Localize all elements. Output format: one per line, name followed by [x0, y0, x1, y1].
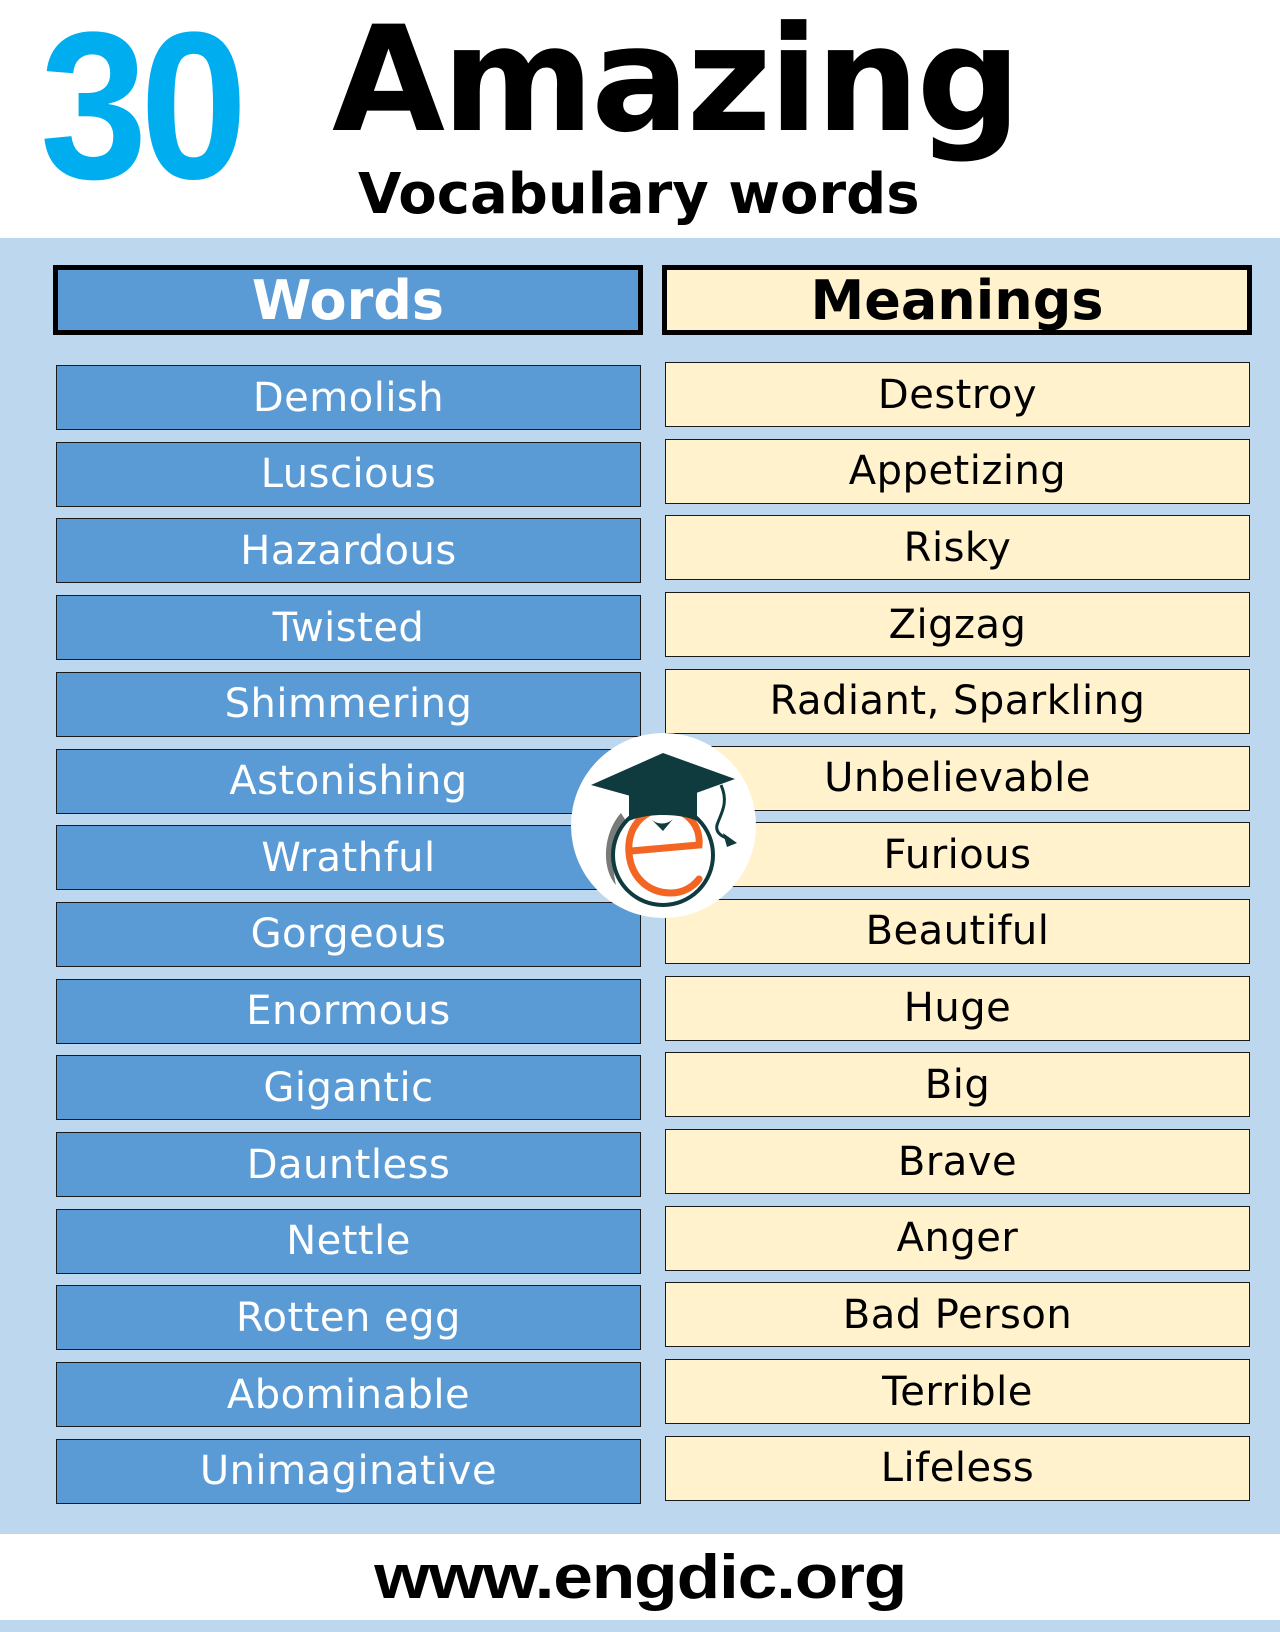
meaning-cell: Terrible	[665, 1359, 1250, 1425]
meaning-cell: Bad Person	[665, 1282, 1250, 1348]
engdic-logo	[571, 733, 756, 918]
meaning-cell: Huge	[665, 975, 1250, 1041]
word-cell: Enormous	[56, 978, 641, 1044]
word-cell: Hazardous	[56, 518, 641, 584]
meaning-cell: Big	[665, 1052, 1250, 1118]
word-cell: Luscious	[56, 441, 641, 507]
word-cell: Gigantic	[56, 1055, 641, 1121]
word-cell: Unimaginative	[56, 1438, 641, 1504]
title-number: 30	[40, 0, 248, 223]
header: 30 Amazing Vocabulary words	[0, 0, 1280, 238]
meaning-cell: Anger	[665, 1205, 1250, 1271]
meaning-cell: Destroy	[665, 362, 1250, 427]
meanings-column-header: Meanings	[662, 265, 1252, 335]
word-cell: Rotten egg	[56, 1285, 641, 1351]
meaning-cell: Lifeless	[665, 1435, 1250, 1501]
word-cell: Twisted	[56, 595, 641, 661]
word-cell: Demolish	[56, 365, 641, 430]
word-cell: Astonishing	[56, 748, 641, 814]
word-cell: Wrathful	[56, 825, 641, 891]
meaning-cell: Radiant, Sparkling	[665, 668, 1250, 734]
website-url: www.engdic.org	[374, 1542, 907, 1612]
page-subtitle: Vocabulary words	[358, 162, 920, 227]
word-cell: Abominable	[56, 1362, 641, 1428]
meaning-cell: Appetizing	[665, 438, 1250, 504]
bottom-strip	[0, 1620, 1280, 1632]
word-cell: Nettle	[56, 1208, 641, 1274]
word-cell: Dauntless	[56, 1132, 641, 1197]
words-column-header: Words	[53, 265, 643, 335]
meaning-cell: Risky	[665, 515, 1250, 581]
footer: www.engdic.org	[0, 1534, 1280, 1620]
word-cell: Shimmering	[56, 671, 641, 737]
meaning-cell: Zigzag	[665, 592, 1250, 658]
meaning-cell: Brave	[665, 1129, 1250, 1194]
graduation-cap-e-logo-icon	[591, 753, 737, 907]
page-title: Amazing	[332, 0, 1021, 165]
word-cell: Gorgeous	[56, 901, 641, 967]
